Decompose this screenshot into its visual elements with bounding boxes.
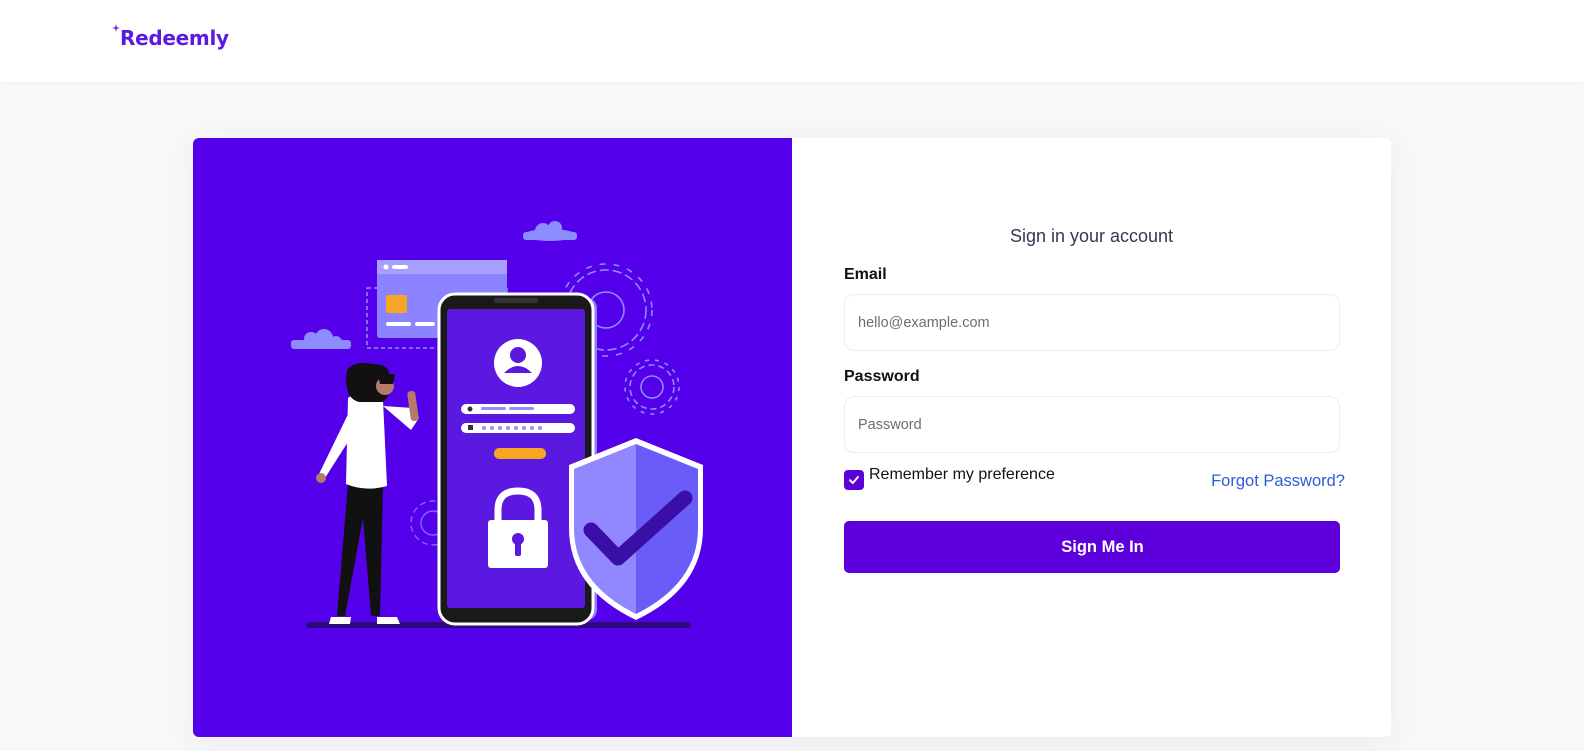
- brand-name: Redeemly: [120, 26, 229, 50]
- gear-icon: [624, 359, 680, 415]
- cloud-icon: [523, 221, 577, 241]
- email-label: Email: [844, 266, 887, 283]
- smartphone-icon: [437, 292, 597, 626]
- remember-label: Remember my preference: [869, 466, 1055, 483]
- sparkle-icon: [112, 24, 120, 32]
- person-figure: [316, 362, 419, 624]
- top-header: Redeemly: [0, 0, 1584, 82]
- remember-preference[interactable]: Remember my preference: [844, 466, 1055, 490]
- sign-in-form: Sign in your account Email Password Reme…: [792, 138, 1391, 737]
- cloud-icon: [291, 329, 351, 349]
- remember-checkbox[interactable]: [844, 470, 864, 490]
- form-title: Sign in your account: [1009, 226, 1174, 246]
- password-label: Password: [844, 368, 920, 385]
- brand-logo[interactable]: Redeemly: [112, 24, 229, 50]
- sign-in-button[interactable]: Sign Me In: [844, 521, 1340, 573]
- login-illustration: [193, 138, 792, 737]
- check-icon: [849, 476, 859, 484]
- login-card: Sign in your account Email Password Reme…: [193, 138, 1391, 737]
- forgot-password-link[interactable]: Forgot Password?: [1211, 472, 1345, 491]
- email-field[interactable]: [844, 294, 1340, 351]
- password-field[interactable]: [844, 396, 1340, 453]
